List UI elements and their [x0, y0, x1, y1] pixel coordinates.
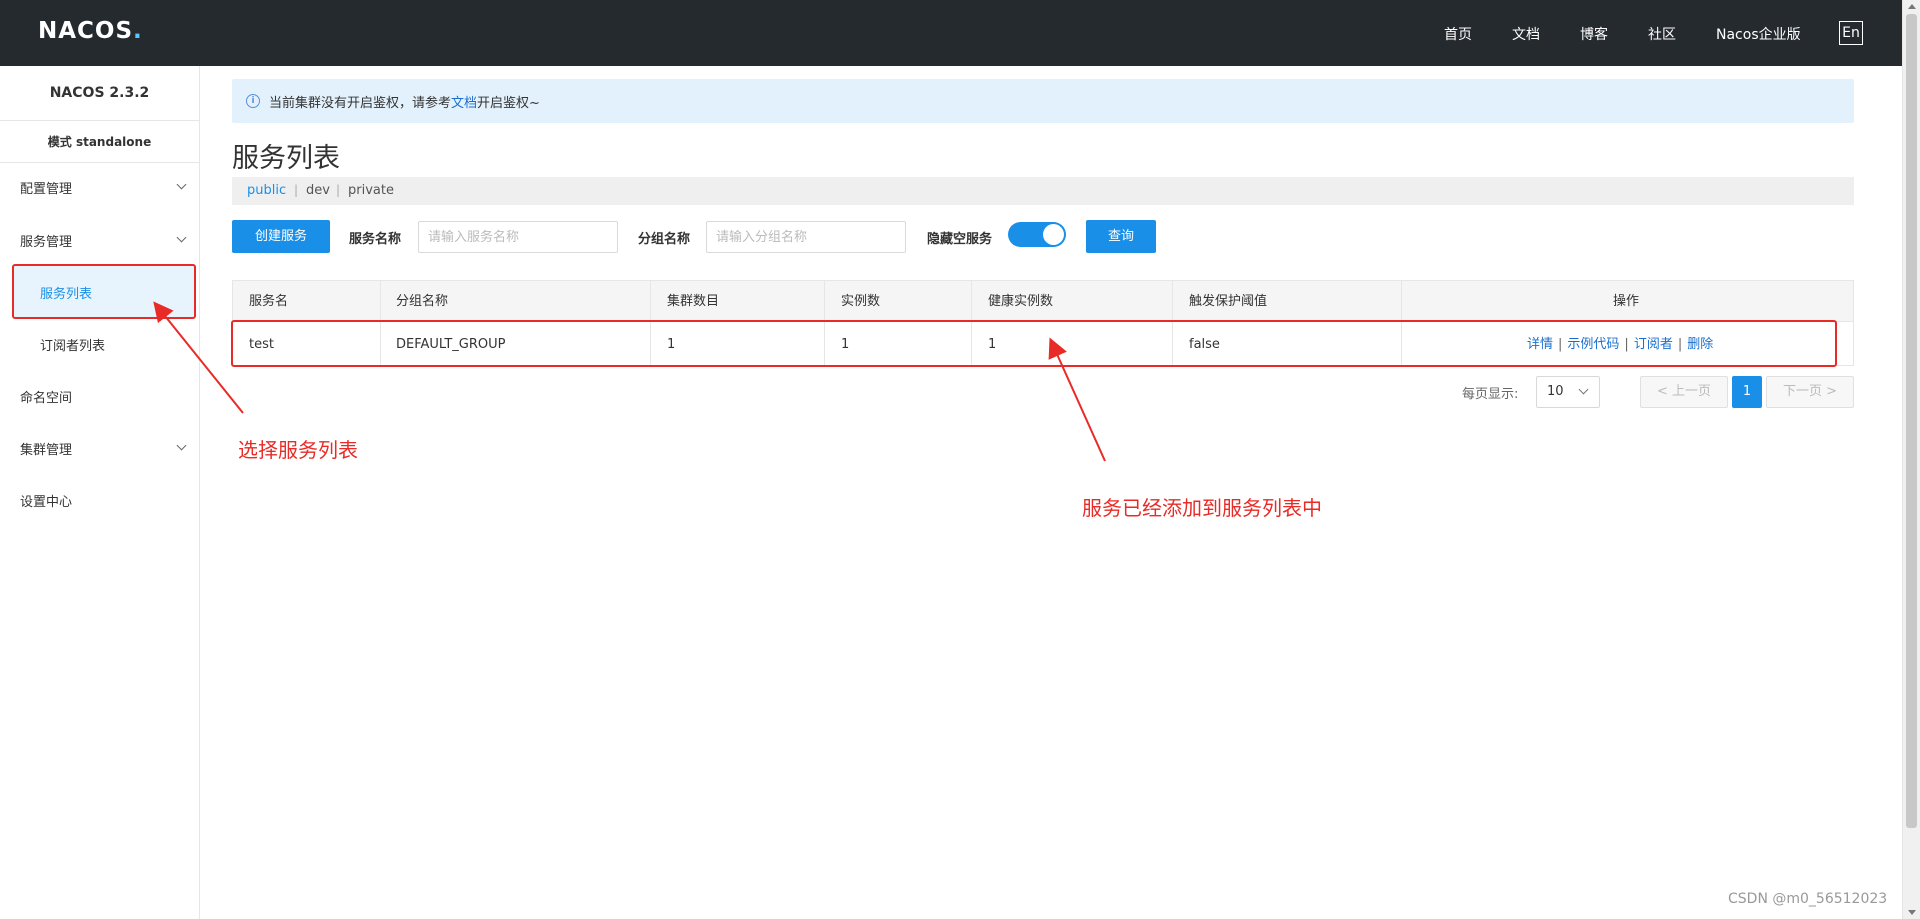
scroll-down-icon[interactable] — [1908, 910, 1916, 915]
page-button-current[interactable]: 1 — [1732, 376, 1762, 408]
vertical-scrollbar[interactable] — [1902, 0, 1920, 919]
chevron-down-icon — [176, 440, 187, 451]
sidebar-item-config-management[interactable]: 配置管理 — [20, 178, 72, 197]
query-button[interactable]: 查询 — [1086, 220, 1156, 253]
create-service-button[interactable]: 创建服务 — [232, 220, 330, 253]
next-page-button[interactable]: 下一页 > — [1766, 376, 1854, 408]
chevron-left-icon: < — [1656, 384, 1668, 399]
nav-enterprise[interactable]: Nacos企业版 — [1716, 24, 1801, 44]
top-navbar: NACOS. 首页 文档 博客 社区 Nacos企业版 En — [0, 0, 1902, 66]
group-name-label: 分组名称 — [638, 232, 691, 247]
toggle-knob — [1043, 224, 1064, 245]
header-instance-count: 实例数 — [841, 294, 881, 309]
sidebar-mode: 模式 standalone — [0, 121, 199, 163]
annotation-box-sidebar — [12, 264, 196, 319]
notice-docs-link[interactable]: 文档 — [451, 96, 477, 111]
namespace-bar: public | dev | private — [232, 177, 1854, 205]
hide-empty-toggle[interactable] — [1008, 222, 1066, 247]
namespace-separator: | — [294, 183, 299, 197]
prev-page-button[interactable]: < 上一页 — [1640, 376, 1728, 408]
sidebar-item-service-management[interactable]: 服务管理 — [20, 231, 72, 250]
chevron-down-icon — [1578, 384, 1589, 395]
csdn-watermark: CSDN @m0_56512023 — [1728, 891, 1888, 907]
header-service-name: 服务名 — [249, 294, 289, 309]
header-healthy-instance-count: 健康实例数 — [988, 294, 1054, 309]
per-page-select[interactable]: 10 — [1536, 376, 1600, 408]
nav-docs[interactable]: 文档 — [1512, 24, 1540, 44]
header-group-name: 分组名称 — [396, 294, 449, 309]
scroll-up-icon[interactable] — [1908, 4, 1916, 9]
hide-empty-label: 隐藏空服务 — [927, 232, 993, 247]
sidebar-item-subscriber-list[interactable]: 订阅者列表 — [40, 335, 105, 354]
language-switch-button[interactable]: En — [1839, 21, 1863, 45]
nav-home[interactable]: 首页 — [1444, 24, 1472, 44]
header-operations: 操作 — [1613, 294, 1640, 309]
annotation-box-table-row — [231, 320, 1837, 367]
sidebar-item-cluster-management[interactable]: 集群管理 — [20, 439, 72, 458]
nacos-logo[interactable]: NACOS. — [38, 18, 143, 44]
namespace-dev[interactable]: dev — [306, 183, 330, 198]
group-name-input[interactable] — [706, 221, 906, 253]
nav-community[interactable]: 社区 — [1648, 24, 1676, 44]
nav-blog[interactable]: 博客 — [1580, 24, 1608, 44]
sidebar: NACOS 2.3.2 模式 standalone 配置管理 服务管理 服务列表… — [0, 66, 200, 919]
sidebar-version-title: NACOS 2.3.2 — [0, 66, 199, 121]
header-cluster-count: 集群数目 — [667, 294, 720, 309]
chevron-down-icon — [176, 179, 187, 190]
header-protect-threshold: 触发保护阈值 — [1189, 294, 1268, 309]
annotation-text-right: 服务已经添加到服务列表中 — [1082, 496, 1322, 520]
notice-text: 当前集群没有开启鉴权，请参考文档开启鉴权~ — [269, 96, 540, 111]
chevron-down-icon — [176, 232, 187, 243]
chevron-right-icon: > — [1826, 384, 1838, 399]
namespace-public[interactable]: public — [247, 183, 286, 198]
service-name-label: 服务名称 — [349, 232, 402, 247]
namespace-private[interactable]: private — [348, 183, 394, 198]
sidebar-item-namespace[interactable]: 命名空间 — [20, 387, 72, 406]
info-icon: i — [246, 94, 260, 108]
auth-notice: i 当前集群没有开启鉴权，请参考文档开启鉴权~ — [232, 79, 1854, 123]
namespace-separator: | — [336, 183, 341, 197]
annotation-text-left: 选择服务列表 — [238, 438, 358, 462]
scrollbar-thumb[interactable] — [1906, 14, 1917, 828]
per-page-label: 每页显示: — [1462, 387, 1519, 402]
page-title: 服务列表 — [232, 143, 340, 174]
sidebar-item-settings-center[interactable]: 设置中心 — [20, 491, 72, 510]
service-name-input[interactable] — [418, 221, 618, 253]
